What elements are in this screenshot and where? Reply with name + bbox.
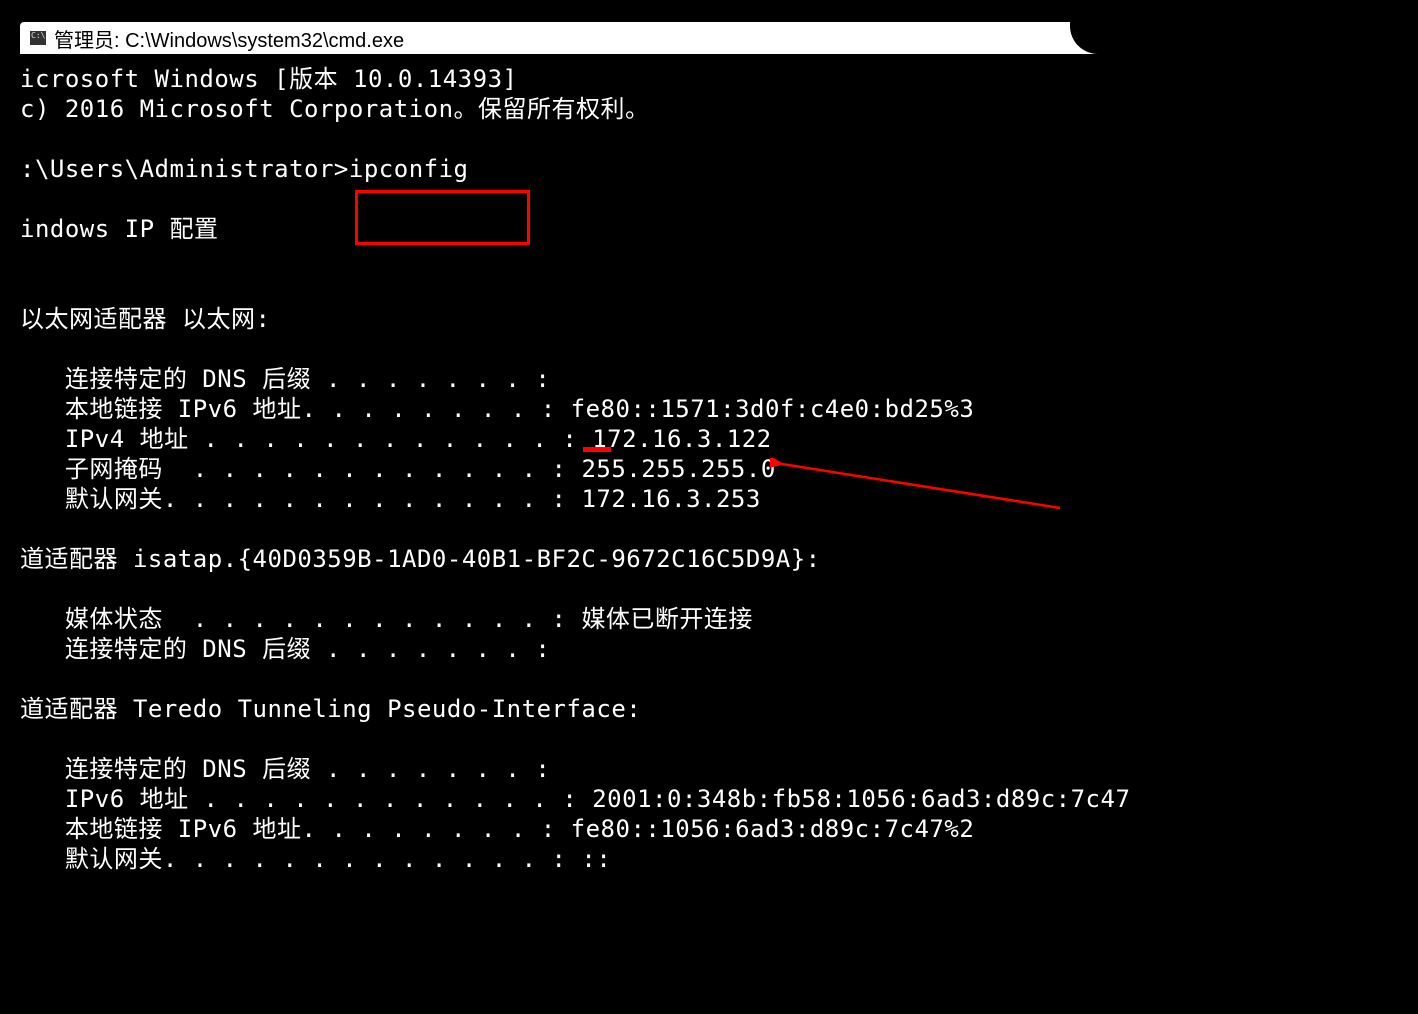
ipconfig-header: indows IP 配置 <box>20 215 219 243</box>
isatap-media-label: 媒体状态 . . . . . . . . . . . . : <box>20 605 581 633</box>
eth-ipv6-ll-value: fe80::1571:3d0f:c4e0:bd25%3 <box>571 395 975 423</box>
cmd-window: 管理员: C:\Windows\system32\cmd.exe icrosof… <box>20 22 1290 912</box>
cmd-icon <box>30 31 46 45</box>
isatap-dns-label: 连接特定的 DNS 后缀 . . . . . . . : <box>20 635 550 663</box>
eth-ipv6-ll-label: 本地链接 IPv6 地址. . . . . . . . : <box>20 395 571 423</box>
teredo-ipv6-ll-label: 本地链接 IPv6 地址. . . . . . . . : <box>20 815 571 843</box>
teredo-gateway-label: 默认网关. . . . . . . . . . . . . : :: <box>20 845 611 873</box>
eth-subnet-label: 子网掩码 . . . . . . . . . . . . : <box>20 455 581 483</box>
eth-ipv4-value: 172.16.3.122 <box>592 425 771 453</box>
teredo-ipv6-value: 2001:0:348b:fb58:1056:6ad3:d89c:7c47 <box>592 785 1130 813</box>
eth-dns-suffix: 连接特定的 DNS 后缀 . . . . . . . : <box>20 365 550 393</box>
eth-ipv4-label: IPv4 地址 . . . . . . . . . . . . : <box>20 425 592 453</box>
terminal-output[interactable]: icrosoft Windows [版本 10.0.14393] c) 2016… <box>20 54 1290 874</box>
adapter-isatap-header: 道适配器 isatap.{40D0359B-1AD0-40B1-BF2C-967… <box>20 545 821 573</box>
titlebar-text: 管理员: C:\Windows\system32\cmd.exe <box>54 24 404 53</box>
eth-subnet-value: 255.255.255.0 <box>581 455 775 483</box>
titlebar[interactable]: 管理员: C:\Windows\system32\cmd.exe <box>20 22 1290 54</box>
line-version: icrosoft Windows [版本 10.0.14393] <box>20 65 517 93</box>
prompt-command: ipconfig <box>349 155 469 183</box>
teredo-dns-label: 连接特定的 DNS 后缀 . . . . . . . : <box>20 755 550 783</box>
eth-gateway-value: 172.16.3.253 <box>581 485 760 513</box>
adapter-eth-header: 以太网适配器 以太网: <box>20 305 270 333</box>
teredo-ipv6-label: IPv6 地址 . . . . . . . . . . . . : <box>20 785 592 813</box>
isatap-media-value: 媒体已断开连接 <box>581 605 753 633</box>
annotation-underline <box>583 447 611 452</box>
eth-gateway-label: 默认网关. . . . . . . . . . . . . : <box>20 485 581 513</box>
prompt-path: :\Users\Administrator> <box>20 155 349 183</box>
line-copyright: c) 2016 Microsoft Corporation。保留所有权利。 <box>20 95 650 123</box>
teredo-ipv6-ll-value: fe80::1056:6ad3:d89c:7c47%2 <box>571 815 975 843</box>
adapter-teredo-header: 道适配器 Teredo Tunneling Pseudo-Interface: <box>20 695 641 723</box>
